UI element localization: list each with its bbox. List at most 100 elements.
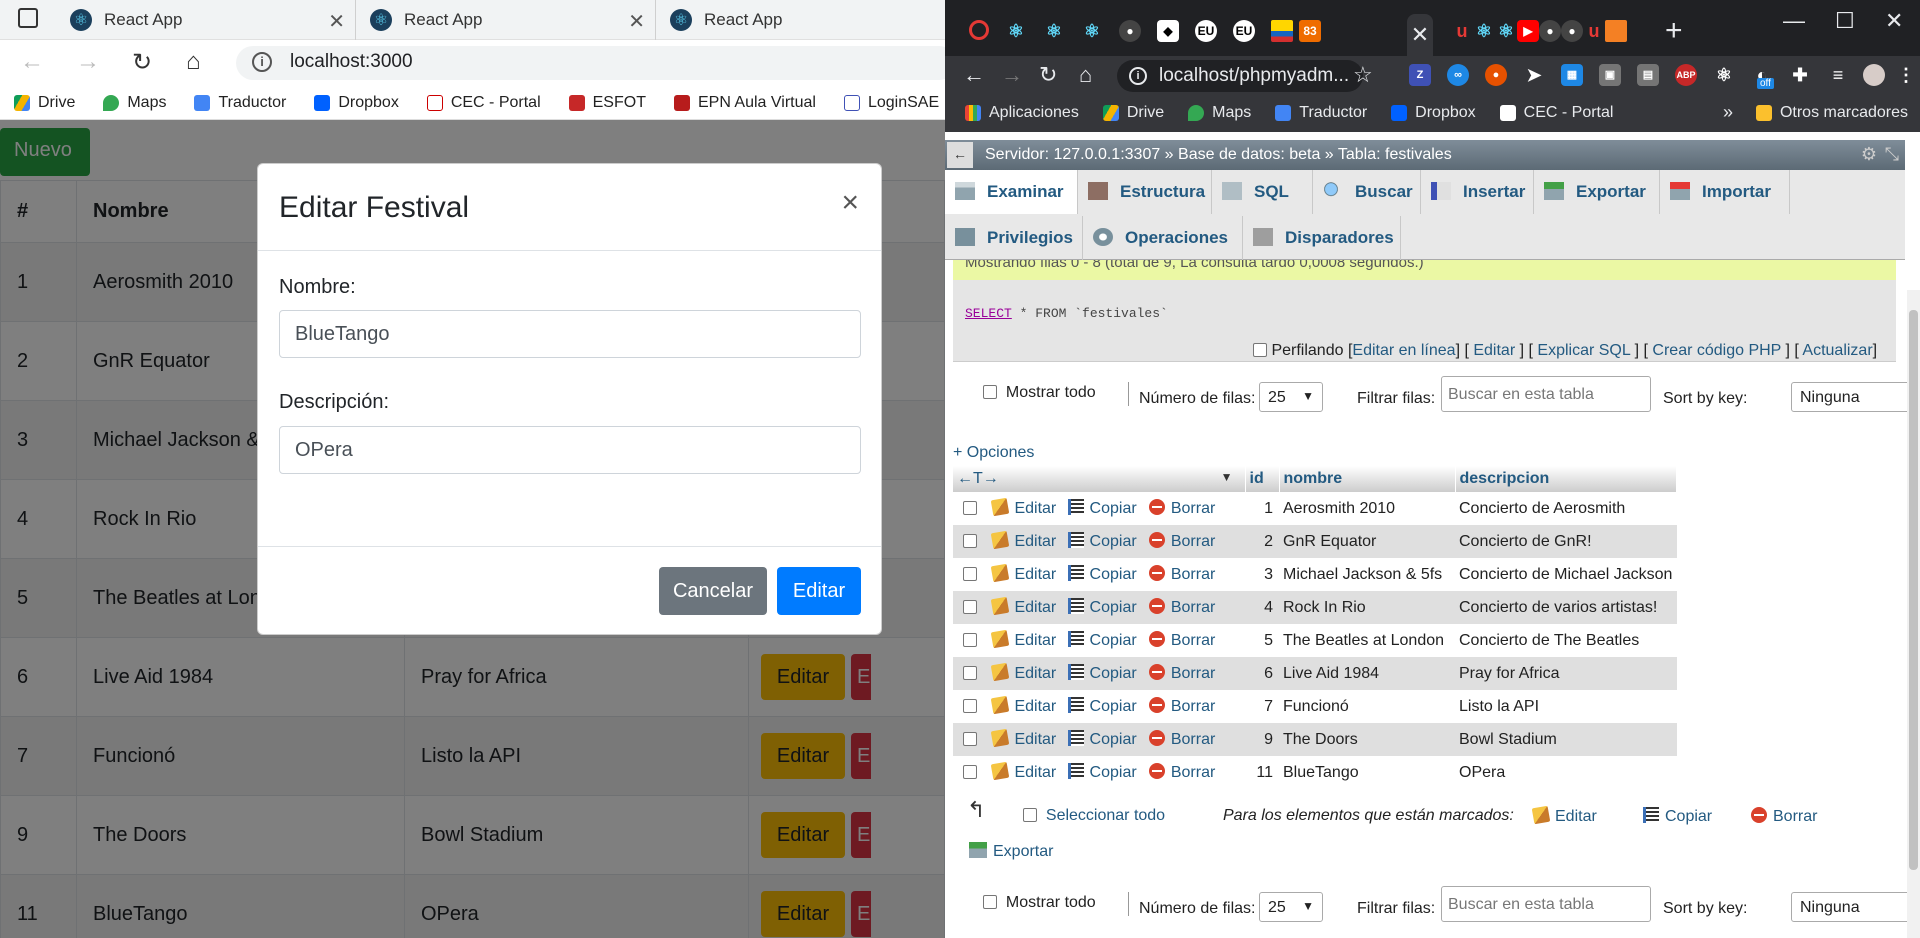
row-copy-link[interactable]: Copiar [1063, 591, 1145, 624]
scrollbar-thumb[interactable] [1909, 310, 1918, 870]
row-checkbox[interactable] [963, 665, 977, 680]
menu-dots-icon[interactable]: ⋮ [1895, 64, 1917, 86]
sort-key-select[interactable]: Ninguna [1791, 382, 1911, 412]
col-header-descripcion[interactable]: descripcion [1455, 466, 1677, 492]
tab-react-app-3[interactable]: ⚛ React App [656, 0, 945, 40]
react-devtools-icon[interactable]: ⚛ [1713, 64, 1735, 86]
active-tab-close-icon[interactable]: ✕ [1407, 14, 1433, 60]
show-all-checkbox[interactable] [983, 895, 997, 909]
row-delete-link[interactable]: Borrar [1144, 525, 1245, 558]
show-all-checkbox[interactable] [983, 385, 997, 399]
tab-insertar[interactable]: Insertar [1421, 170, 1534, 214]
profiling-checkbox[interactable] [1253, 343, 1267, 357]
tab-privilegios[interactable]: Privilegios [945, 216, 1083, 260]
tab-importar[interactable]: Importar [1660, 170, 1790, 214]
scrollbar[interactable] [1907, 290, 1920, 938]
sort-triangle-icon[interactable]: ▼ [1221, 470, 1233, 484]
row-checkbox[interactable] [963, 632, 977, 647]
filter-rows-input[interactable]: Buscar en esta tabla [1441, 886, 1651, 922]
close-window-icon[interactable]: ✕ [1885, 8, 1903, 34]
app-icon[interactable]: u [1583, 20, 1605, 42]
other-bookmarks-folder[interactable]: Otros marcadores [1755, 104, 1908, 122]
column-arrows[interactable]: ←T→ [957, 470, 999, 487]
name-field[interactable]: BlueTango [279, 310, 861, 358]
row-edit-link[interactable]: Editar [988, 624, 1063, 657]
reload-icon[interactable]: ↻ [132, 48, 152, 77]
row-delete-link[interactable]: Borrar [1145, 756, 1245, 789]
home-icon[interactable]: ⌂ [186, 48, 201, 76]
tab-sql[interactable]: SQL [1212, 170, 1313, 214]
tab-estructura[interactable]: Estructura [1078, 170, 1212, 214]
window-menu-icon[interactable] [18, 8, 38, 28]
adblock-icon[interactable]: ABP [1675, 64, 1697, 86]
row-checkbox[interactable] [963, 764, 977, 779]
row-copy-link[interactable]: Copiar [1064, 558, 1145, 591]
row-edit-link[interactable]: Editar [988, 690, 1063, 723]
row-copy-link[interactable]: Copiar [1064, 756, 1145, 789]
site-info-icon[interactable]: i [252, 52, 272, 72]
forward-arrow-icon[interactable]: → [1001, 62, 1023, 88]
react-icon[interactable]: ⚛ [1495, 20, 1517, 42]
edit-inline-link[interactable]: Editar en línea [1352, 342, 1455, 359]
close-tab-icon[interactable]: ✕ [328, 9, 345, 34]
app-icon[interactable]: u [1451, 20, 1473, 42]
options-link[interactable]: + Opciones [953, 444, 1034, 462]
bookmark-maps[interactable]: Maps [103, 94, 166, 112]
bookmark-cec-portal[interactable]: CEC - Portal [1499, 104, 1613, 122]
row-copy-link[interactable]: Copiar [1064, 492, 1145, 525]
row-checkbox[interactable] [963, 566, 977, 581]
bookmark-drive[interactable]: Drive [1102, 104, 1164, 122]
stackoverflow-icon[interactable] [1605, 20, 1627, 42]
tab-disparadores[interactable]: Disparadores [1243, 216, 1401, 260]
back-arrow-icon[interactable]: ← [963, 62, 985, 88]
extension-icon[interactable]: ∞ [1447, 64, 1469, 86]
close-icon[interactable]: × [841, 188, 859, 218]
sql-keyword[interactable]: SELECT [965, 306, 1012, 321]
row-edit-link[interactable]: Editar [988, 525, 1064, 558]
tab-buscar[interactable]: Buscar [1313, 170, 1421, 214]
site-info-icon[interactable]: i [1129, 67, 1147, 85]
row-delete-link[interactable]: Borrar [1145, 492, 1245, 525]
puzzle-icon[interactable]: ✚ [1789, 64, 1811, 86]
bookmark-star-icon[interactable]: ☆ [1353, 62, 1373, 88]
maximize-icon[interactable]: ☐ [1835, 8, 1855, 34]
row-checkbox[interactable] [963, 500, 977, 515]
eu-icon[interactable]: EU [1195, 20, 1217, 42]
row-edit-link[interactable]: Editar [988, 492, 1063, 525]
bulk-copy-button[interactable]: Copiar [1643, 807, 1712, 826]
app-icon[interactable]: ◆ [1157, 20, 1179, 42]
bookmark-drive[interactable]: Drive [14, 94, 75, 112]
react-icon[interactable]: ⚛ [1473, 20, 1495, 42]
bookmark-cec-portal[interactable]: CEC - Portal [426, 94, 541, 112]
bulk-delete-button[interactable]: Borrar [1751, 807, 1817, 826]
target-icon[interactable] [969, 20, 989, 40]
close-tab-icon[interactable]: ✕ [628, 9, 645, 34]
cancel-button[interactable]: Cancelar [659, 567, 767, 615]
youtube-icon[interactable]: ▶ [1517, 20, 1539, 42]
row-checkbox[interactable] [963, 698, 977, 713]
cursor-icon[interactable]: ➤ [1523, 64, 1545, 86]
github-icon[interactable]: ● [1539, 20, 1561, 42]
row-delete-link[interactable]: Borrar [1144, 657, 1245, 690]
row-delete-link[interactable]: Borrar [1145, 558, 1245, 591]
row-copy-link[interactable]: Copiar [1064, 624, 1145, 657]
tab-operaciones[interactable]: Operaciones [1083, 216, 1243, 260]
flag-icon[interactable] [1271, 20, 1293, 42]
submit-edit-button[interactable]: Editar [777, 567, 861, 615]
left-url-bar[interactable]: i localhost:3000 [236, 46, 945, 80]
forward-arrow-icon[interactable]: → [76, 48, 100, 76]
bookmarks-overflow-icon[interactable]: » [1723, 102, 1733, 123]
row-checkbox[interactable] [963, 731, 977, 746]
new-tab-button[interactable]: + [1665, 14, 1683, 48]
close-icon[interactable]: ⤡ [1885, 144, 1899, 165]
sort-key-select[interactable]: Ninguna [1791, 892, 1911, 922]
refresh-link[interactable]: Actualizar [1802, 342, 1872, 359]
filter-rows-input[interactable]: Buscar en esta tabla [1441, 376, 1651, 412]
home-icon[interactable]: ⌂ [1079, 62, 1092, 88]
react-icon[interactable]: ⚛ [1081, 20, 1103, 42]
export-link[interactable]: Exportar [969, 842, 1053, 861]
row-edit-link[interactable]: Editar [988, 558, 1063, 591]
rows-select[interactable]: 25 ▼ [1259, 892, 1323, 922]
row-edit-link[interactable]: Editar [988, 657, 1064, 690]
explain-sql-link[interactable]: Explicar SQL [1537, 342, 1630, 359]
